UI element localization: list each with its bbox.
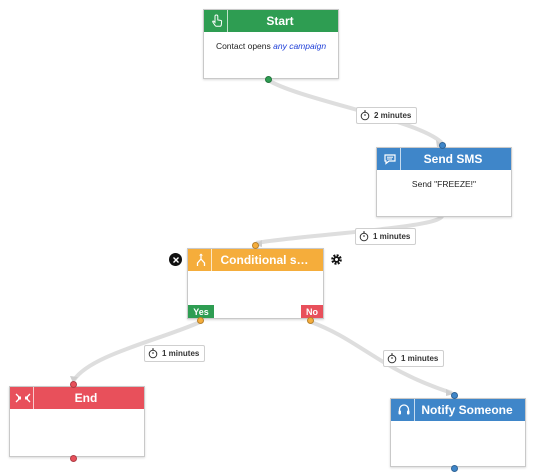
delay-label: 1 minutes bbox=[373, 232, 411, 241]
conditional-node-title: Conditional s… bbox=[220, 253, 309, 267]
notify-node-title: Notify Someone bbox=[421, 403, 513, 417]
stopwatch-icon bbox=[148, 348, 158, 359]
headset-icon bbox=[393, 399, 415, 421]
end-node[interactable]: End bbox=[9, 386, 145, 457]
notify-input-port[interactable] bbox=[451, 392, 458, 399]
campaign-link[interactable]: any campaign bbox=[273, 41, 326, 51]
no-output-port[interactable] bbox=[307, 317, 314, 324]
finish-flags-icon bbox=[12, 387, 34, 409]
delay-yes-to-end[interactable]: 1 minutes bbox=[144, 345, 206, 362]
end-node-title: End bbox=[74, 391, 98, 405]
close-circle-icon[interactable] bbox=[169, 253, 182, 266]
hand-pointer-icon bbox=[206, 10, 228, 32]
notify-output-port[interactable] bbox=[451, 465, 458, 472]
stopwatch-icon bbox=[359, 231, 369, 242]
start-node-body: Contact opens any campaign bbox=[204, 32, 338, 51]
start-trigger-text: Contact opens bbox=[215, 41, 271, 51]
conditional-node-header[interactable]: Conditional s… bbox=[188, 249, 323, 271]
send-sms-node-body: Send "FREEZE!" bbox=[411, 179, 477, 189]
delay-start-to-sms[interactable]: 2 minutes bbox=[356, 107, 418, 124]
start-node-title: Start bbox=[266, 14, 294, 28]
conditional-split-node[interactable]: Conditional s… Yes No bbox=[187, 248, 324, 319]
send-sms-input-port[interactable] bbox=[439, 142, 446, 149]
notify-node-header[interactable]: Notify Someone bbox=[391, 399, 525, 421]
end-input-port[interactable] bbox=[70, 381, 77, 388]
send-sms-node-title: Send SMS bbox=[423, 152, 483, 166]
start-output-port[interactable] bbox=[265, 76, 272, 83]
yes-output-port[interactable] bbox=[197, 317, 204, 324]
end-output-port[interactable] bbox=[70, 455, 77, 462]
stopwatch-icon bbox=[360, 110, 370, 121]
delay-sms-to-conditional[interactable]: 1 minutes bbox=[355, 228, 417, 245]
conditional-input-port[interactable] bbox=[252, 242, 259, 249]
gear-icon[interactable] bbox=[330, 253, 343, 266]
chat-bubble-icon bbox=[379, 148, 401, 170]
no-branch-tag[interactable]: No bbox=[301, 305, 323, 318]
notify-someone-node[interactable]: Notify Someone bbox=[390, 398, 526, 467]
start-node[interactable]: Start Contact opens any campaign bbox=[203, 9, 339, 79]
send-sms-node[interactable]: Send SMS Send "FREEZE!" bbox=[376, 147, 512, 217]
stopwatch-icon bbox=[387, 353, 397, 364]
branch-split-icon bbox=[190, 249, 212, 271]
end-node-header[interactable]: End bbox=[10, 387, 144, 409]
delay-no-to-notify[interactable]: 1 minutes bbox=[383, 350, 445, 367]
delay-label: 1 minutes bbox=[162, 349, 200, 358]
delay-label: 1 minutes bbox=[401, 354, 439, 363]
start-node-header[interactable]: Start bbox=[204, 10, 338, 32]
send-sms-node-header[interactable]: Send SMS bbox=[377, 148, 511, 170]
workflow-canvas: Start Contact opens any campaign Send SM… bbox=[0, 0, 536, 475]
delay-label: 2 minutes bbox=[374, 111, 412, 120]
